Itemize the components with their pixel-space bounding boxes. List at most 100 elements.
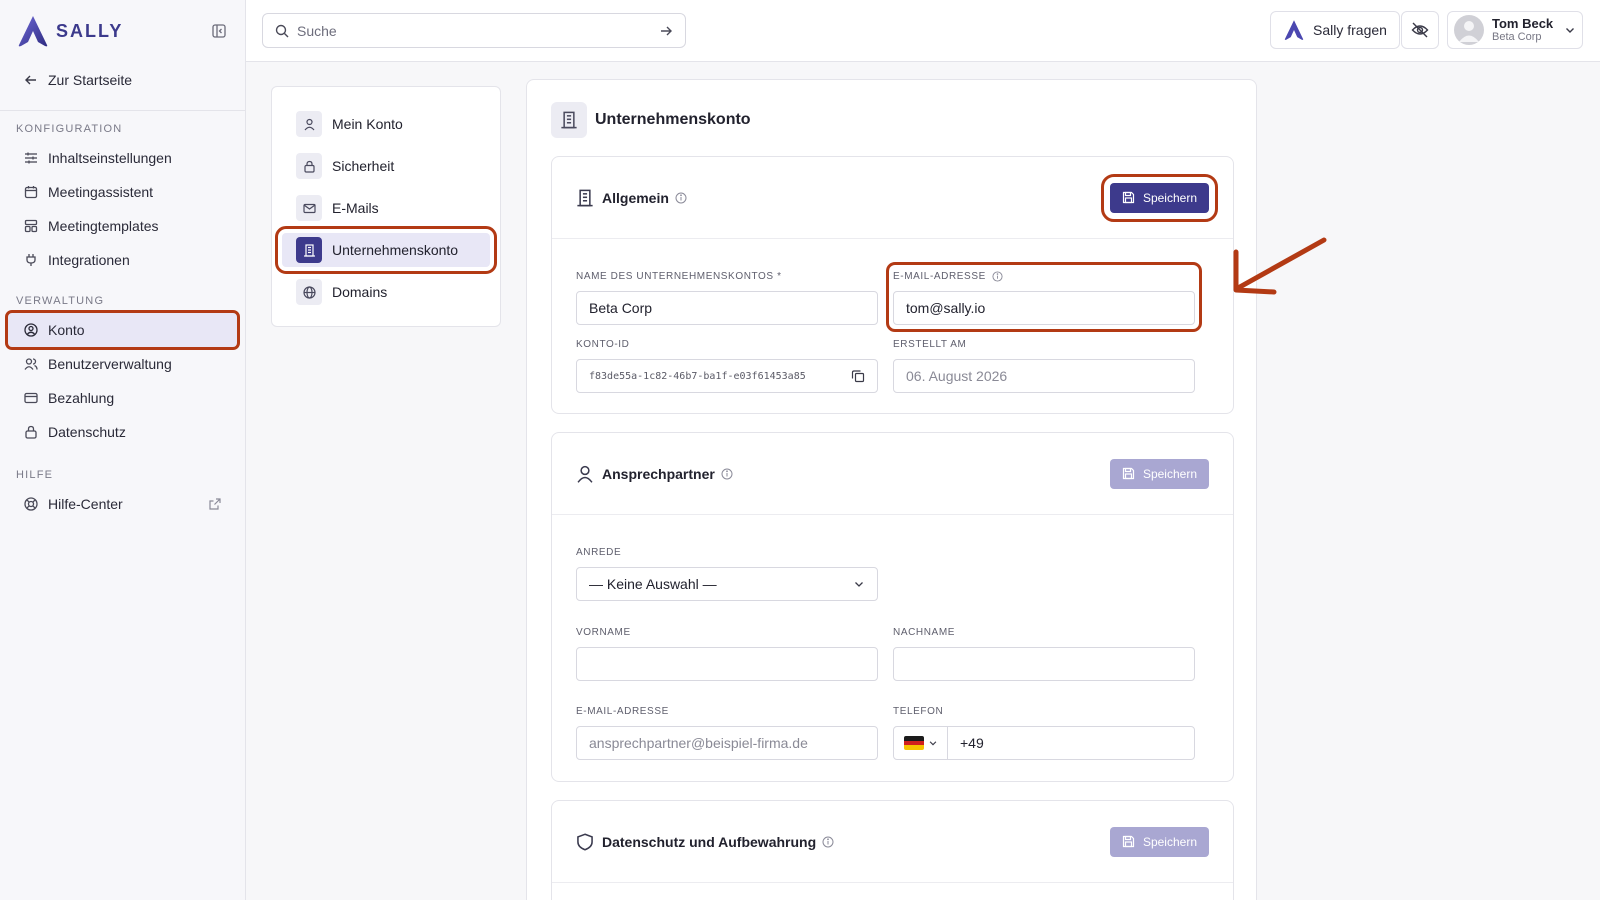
company-name-field: NAME DES UNTERNEHMENSKONTOS * Beta Corp	[576, 269, 878, 325]
sidebar-item-hilfe-center[interactable]: Hilfe-Center	[0, 487, 245, 521]
sidebar-item-label: Inhaltseinstellungen	[48, 150, 172, 166]
back-to-home-link[interactable]: Zur Startseite	[0, 64, 245, 96]
save-icon	[1122, 191, 1135, 204]
sidebar-item-label: Integrationen	[48, 252, 130, 268]
general-section: Allgemein Speichern NAME DES UNTERNEHMEN…	[551, 156, 1234, 414]
users-icon	[24, 358, 38, 370]
sidebar-item-meetingassistent[interactable]: Meetingassistent	[0, 175, 245, 209]
privacy-save-button[interactable]: Speichern	[1109, 826, 1209, 857]
germany-flag-icon	[903, 736, 924, 750]
contact-save-button[interactable]: Speichern	[1109, 458, 1209, 489]
account-id-field: KONTO-ID f83de55a-1c82-46b7-ba1f-e03f614…	[576, 337, 878, 393]
user-menu-button[interactable]: Tom Beck Beta Corp	[1447, 11, 1583, 49]
user-info: Tom Beck Beta Corp	[1492, 15, 1554, 43]
created-at-field: ERSTELLT AM 06. August 2026	[893, 337, 1195, 393]
sidebar-section-hilfe: HILFE	[16, 469, 54, 481]
company-email-input[interactable]: tom@sally.io	[893, 291, 1195, 325]
sally-logo-icon[interactable]	[16, 14, 50, 48]
arrow-right-icon[interactable]	[659, 24, 673, 38]
chevron-down-icon	[1566, 28, 1574, 33]
avatar	[1454, 15, 1484, 45]
privacy-section-header: Datenschutz und Aufbewahrung Speichern	[552, 801, 1233, 883]
copy-icon[interactable]	[851, 369, 865, 383]
lastname-field: NACHNAME	[893, 625, 1195, 681]
sidebar-item-inhaltseinstellungen[interactable]: Inhaltseinstellungen	[0, 141, 245, 175]
sidebar-item-label: Meetingtemplates	[48, 218, 159, 234]
subnav-item-label: Mein Konto	[332, 116, 403, 132]
country-code-select[interactable]	[894, 727, 948, 759]
general-section-title: Allgemein	[602, 189, 669, 206]
subnav-item-unternehmenskonto[interactable]: Unternehmenskonto	[275, 226, 497, 274]
sidebar-item-meetingtemplates[interactable]: Meetingtemplates	[0, 209, 245, 243]
annotation-arrow-icon	[1233, 237, 1327, 295]
lock-icon	[296, 153, 322, 179]
collapse-sidebar-icon[interactable]	[209, 21, 229, 41]
salutation-select[interactable]: — Keine Auswahl —	[576, 567, 878, 601]
user-avatar-icon	[1459, 21, 1479, 42]
subnav-item-domains[interactable]: Domains	[282, 275, 490, 309]
save-button-label: Speichern	[1142, 834, 1197, 849]
building-icon	[551, 102, 587, 138]
user-name: Tom Beck	[1492, 15, 1554, 31]
info-icon[interactable]	[721, 468, 733, 480]
sidebar-item-benutzerverwaltung[interactable]: Benutzerverwaltung	[0, 347, 245, 381]
search-input[interactable]: Suche	[262, 13, 686, 48]
credit-card-icon	[24, 392, 38, 404]
sally-logo-icon	[1284, 20, 1304, 40]
info-icon[interactable]	[992, 270, 1003, 282]
company-email-field: E-MAIL-ADRESSE tom@sally.io	[886, 262, 1202, 332]
lock-icon	[25, 425, 37, 439]
page-header: Unternehmenskonto	[527, 80, 1256, 160]
company-name-input[interactable]: Beta Corp	[576, 291, 878, 325]
phone-field: TELEFON +49	[893, 704, 1195, 760]
settings-subnav: Mein Konto Sicherheit E-Mails Unternehme…	[271, 86, 501, 327]
firstname-input[interactable]	[576, 647, 878, 681]
ask-sally-label: Sally fragen	[1313, 22, 1387, 38]
contact-section-header: Ansprechpartner Speichern	[552, 433, 1233, 515]
created-at-label: ERSTELLT AM	[893, 338, 967, 350]
visibility-toggle-button[interactable]	[1401, 11, 1439, 49]
phone-input[interactable]: +49	[893, 726, 1195, 760]
eye-off-icon	[1411, 22, 1429, 38]
sliders-icon	[25, 152, 37, 164]
save-button-label: Speichern	[1142, 466, 1197, 481]
account-id-value: f83de55a-1c82-46b7-ba1f-e03f61453a85	[589, 370, 806, 382]
phone-label: TELEFON	[893, 705, 944, 717]
contact-email-input[interactable]: ansprechpartner@beispiel-firma.de	[576, 726, 878, 760]
plug-icon	[26, 254, 36, 266]
company-email-label: E-MAIL-ADRESSE	[893, 269, 1195, 283]
page-title: Unternehmenskonto	[595, 111, 751, 128]
sidebar-section-verwaltung: VERWALTUNG	[16, 295, 105, 307]
ask-sally-button[interactable]: Sally fragen	[1270, 11, 1400, 49]
subnav-item-mein-konto[interactable]: Mein Konto	[282, 107, 490, 141]
salutation-value: — Keine Auswahl —	[589, 576, 717, 592]
arrow-left-icon	[25, 75, 36, 85]
subnav-item-sicherheit[interactable]: Sicherheit	[282, 149, 490, 183]
chevron-down-icon	[929, 741, 936, 746]
sidebar-item-integrationen[interactable]: Integrationen	[0, 243, 245, 277]
sidebar-item-label: Meetingassistent	[48, 184, 154, 200]
building-icon	[577, 189, 593, 206]
subnav-item-label: Domains	[332, 284, 388, 300]
sidebar-item-datenschutz[interactable]: Datenschutz	[0, 415, 245, 449]
info-icon[interactable]	[675, 192, 687, 204]
globe-icon	[296, 279, 322, 305]
sidebar-item-konto[interactable]: Konto	[5, 310, 240, 350]
subnav-item-e-mails[interactable]: E-Mails	[282, 191, 490, 225]
mail-icon	[296, 195, 322, 221]
general-save-button[interactable]: Speichern	[1100, 173, 1219, 222]
info-icon[interactable]	[822, 836, 834, 848]
firstname-field: VORNAME	[576, 625, 878, 681]
lastname-label: NACHNAME	[893, 626, 956, 638]
account-id-label: KONTO-ID	[576, 338, 630, 350]
company-name-label: NAME DES UNTERNEHMENSKONTOS *	[576, 270, 782, 282]
subnav-item-label: Unternehmenskonto	[332, 242, 459, 258]
external-link-icon	[209, 498, 221, 510]
user-icon	[577, 465, 593, 483]
account-id-input: f83de55a-1c82-46b7-ba1f-e03f61453a85	[576, 359, 878, 393]
sidebar-item-label: Bezahlung	[48, 390, 115, 406]
salutation-label: ANREDE	[576, 546, 622, 558]
lastname-input[interactable]	[893, 647, 1195, 681]
sidebar-item-bezahlung[interactable]: Bezahlung	[0, 381, 245, 415]
contact-section: Ansprechpartner Speichern ANREDE — Keine…	[551, 432, 1234, 782]
